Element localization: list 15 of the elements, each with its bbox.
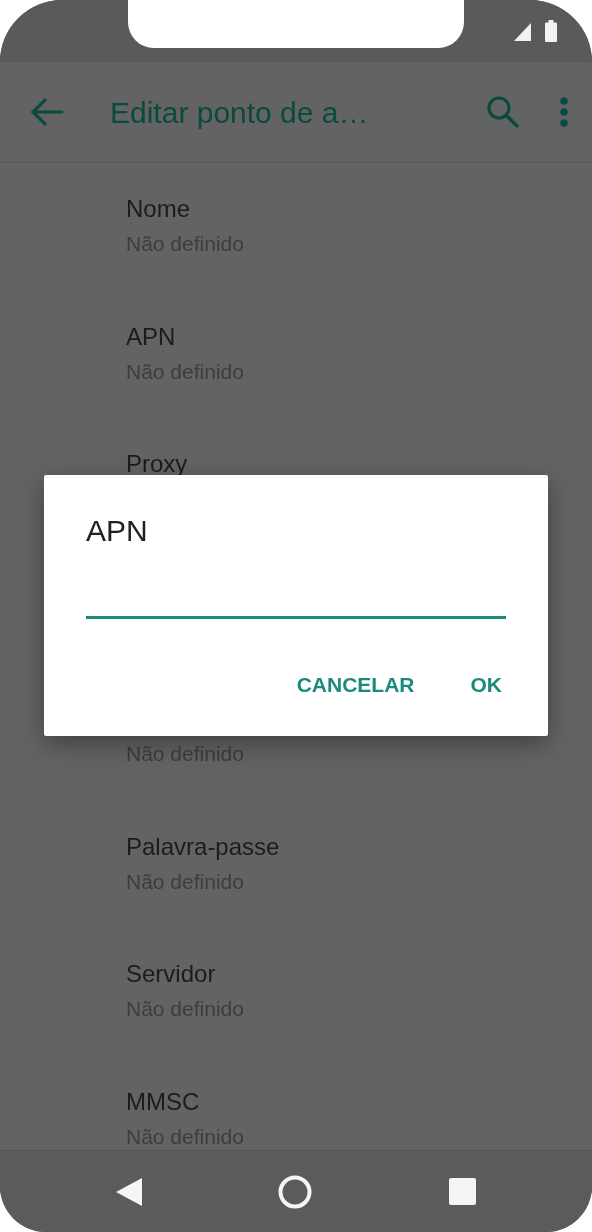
screen-title: Editar ponto de a… [110,94,370,131]
home-icon[interactable] [278,1174,313,1209]
dialog-title: APN [86,513,149,549]
cancel-button[interactable]: CANCELAR [280,661,431,709]
signal-icon [514,23,531,41]
setting-title: Nome [126,194,192,224]
ok-button[interactable]: OK [454,661,518,709]
back-icon[interactable] [116,1177,143,1206]
setting-title: Servidor [126,959,217,989]
recents-icon[interactable] [448,1178,476,1205]
setting-title: Palavra-passe [126,831,281,862]
setting-title: Proxy [126,449,189,479]
setting-title: APN [126,321,177,352]
battery-icon [545,20,557,42]
setting-title: MMSC [126,1086,201,1117]
